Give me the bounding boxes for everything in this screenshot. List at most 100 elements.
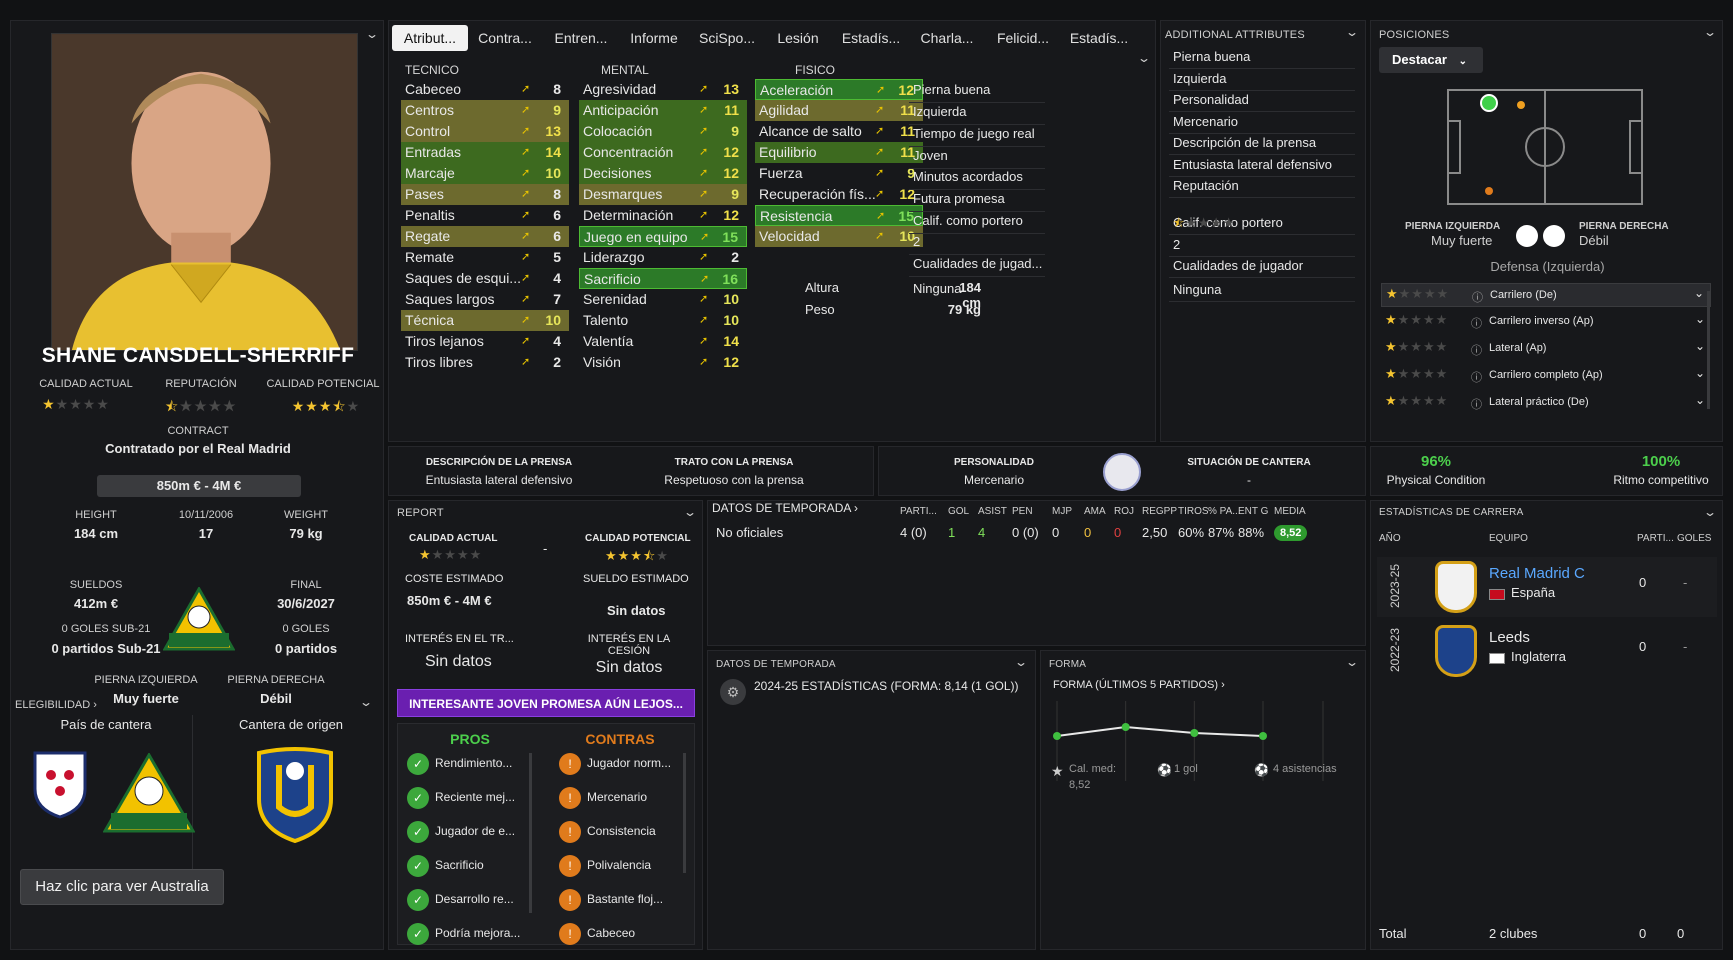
form-point[interactable] (1053, 732, 1061, 740)
attr-row[interactable]: Decisiones ➚ 12 (579, 163, 747, 184)
season-col-header[interactable]: MEDIA (1274, 506, 1306, 517)
attr-row[interactable]: Cabeceo ➚ 8 (401, 79, 569, 100)
tab-stats-2[interactable]: Estadís... (1063, 25, 1135, 51)
con-label: Jugador norm... (587, 756, 672, 771)
attr-row[interactable]: Sacrificio ➚ 16 (579, 268, 747, 289)
tab-scisports[interactable]: SciSpo... (691, 25, 763, 51)
attr-row[interactable]: Velocidad ➚ 10 (755, 226, 923, 247)
career-row[interactable]: 2023-25 Real Madrid C España 0 - (1377, 557, 1717, 617)
attr-row[interactable]: Liderazgo ➚ 2 (579, 247, 747, 268)
season-col-header[interactable]: ASIST (978, 506, 1007, 517)
attr-arrow-icon: ➚ (521, 272, 531, 284)
attr-row[interactable]: Marcaje ➚ 10 (401, 163, 569, 184)
season-col-header[interactable]: ENT G (1238, 506, 1268, 517)
attr-row[interactable]: Agilidad ➚ 11 (755, 100, 923, 121)
tab-training[interactable]: Entren... (545, 25, 617, 51)
scrollbar[interactable] (683, 753, 686, 873)
role-row[interactable]: ★★★★★ ⓘ Carrilero completo (Ap) ⌄ (1381, 364, 1711, 388)
form-subtitle[interactable]: FORMA (ÚLTIMOS 5 PARTIDOS) › (1053, 679, 1225, 691)
attr-row[interactable]: Desmarques ➚ 9 (579, 184, 747, 205)
divider (1169, 277, 1355, 278)
chevron-down-icon[interactable]: ⌄ (683, 505, 697, 519)
attr-row[interactable]: Determinación ➚ 12 (579, 205, 747, 226)
tab-talk[interactable]: Charla... (911, 25, 983, 51)
season-col-header[interactable]: % PA... (1208, 506, 1241, 517)
season-col-header[interactable]: REGPP (1142, 506, 1177, 517)
pro-icon: ✓ (407, 923, 429, 945)
season-col-header[interactable]: AMA (1084, 506, 1106, 517)
report-banner[interactable]: INTERESANTE JOVEN PROMESA AÚN LEJOS... (397, 689, 695, 717)
scrollbar[interactable] (1707, 291, 1710, 409)
chevron-down-icon[interactable]: ⌄ (365, 27, 379, 41)
form-point[interactable] (1121, 723, 1130, 731)
attr-arrow-icon: ➚ (521, 314, 531, 326)
highlight-dropdown[interactable]: Destacar ⌄ (1379, 47, 1483, 73)
attr-row[interactable]: Tiros lejanos ➚ 4 (401, 331, 569, 352)
attr-row[interactable]: Penaltis ➚ 6 (401, 205, 569, 226)
pro-item: ✓ Rendimiento... (407, 753, 512, 775)
chevron-down-icon[interactable]: ⌄ (1695, 312, 1705, 326)
attr-row[interactable]: Técnica ➚ 10 (401, 310, 569, 331)
tab-attributes[interactable]: Atribut... (392, 25, 468, 51)
career-team[interactable]: Leeds (1489, 629, 1530, 646)
season-col-header[interactable]: TIROS (1178, 506, 1209, 517)
attr-row[interactable]: Serenidad ➚ 10 (579, 289, 747, 310)
attr-row[interactable]: Valentía ➚ 14 (579, 331, 747, 352)
chevron-down-icon[interactable]: ⌄ (1345, 655, 1359, 669)
attr-row[interactable]: Agresividad ➚ 13 (579, 79, 747, 100)
season-col-header[interactable]: GOL (948, 506, 969, 517)
attr-row[interactable]: Fuerza ➚ 9 (755, 163, 923, 184)
attr-row[interactable]: Saques de esqui... ➚ 4 (401, 268, 569, 289)
attr-row[interactable]: Equilibrio ➚ 11 (755, 142, 923, 163)
attr-row[interactable]: Remate ➚ 5 (401, 247, 569, 268)
tab-injury[interactable]: Lesión (765, 25, 831, 51)
tab-contract[interactable]: Contra... (469, 25, 541, 51)
attr-row[interactable]: Saques largos ➚ 7 (401, 289, 569, 310)
chevron-down-icon[interactable]: ⌄ (1694, 286, 1704, 300)
chevron-down-icon[interactable]: ⌄ (1695, 393, 1705, 407)
role-row[interactable]: ★★★★★ ⓘ Lateral (Ap) ⌄ (1381, 337, 1711, 361)
attr-row[interactable]: Control ➚ 13 (401, 121, 569, 142)
role-row[interactable]: ★★★★★ ⓘ Lateral práctico (De) ⌄ (1381, 391, 1711, 415)
attr-row[interactable]: Juego en equipo ➚ 15 (579, 226, 747, 247)
chevron-down-icon[interactable]: ⌄ (1703, 25, 1717, 39)
role-row[interactable]: ★★★★★ ⓘ Carrilero inverso (Ap) ⌄ (1381, 310, 1711, 334)
attr-row[interactable]: Talento ➚ 10 (579, 310, 747, 331)
chevron-down-icon[interactable]: ⌄ (1695, 366, 1705, 380)
attr-row[interactable]: Tiros libres ➚ 2 (401, 352, 569, 373)
season-col-header[interactable]: ROJ (1114, 506, 1134, 517)
tab-report[interactable]: Informe (619, 25, 689, 51)
attr-row[interactable]: Visión ➚ 12 (579, 352, 747, 373)
chevron-down-icon[interactable]: ⌄ (1703, 505, 1717, 519)
season-col-header[interactable]: PARTI... (900, 506, 937, 517)
chevron-down-icon[interactable]: ⌄ (1345, 25, 1359, 39)
tab-stats[interactable]: Estadís... (835, 25, 907, 51)
attr-row[interactable]: Centros ➚ 9 (401, 100, 569, 121)
attr-row[interactable]: Aceleración ➚ 12 (755, 79, 923, 100)
attr-row[interactable]: Recuperación fís... ➚ 12 (755, 184, 923, 205)
chevron-down-icon[interactable]: ⌄ (359, 695, 373, 709)
eligibility-link[interactable]: ELEGIBILIDAD › (15, 699, 97, 711)
attr-row[interactable]: Entradas ➚ 14 (401, 142, 569, 163)
attr-row[interactable]: Pases ➚ 8 (401, 184, 569, 205)
chevron-down-icon[interactable]: ⌄ (1695, 339, 1705, 353)
career-row[interactable]: 2022-23 Leeds Inglaterra 0 - (1377, 621, 1717, 681)
chevron-down-icon[interactable]: ⌄ (1014, 655, 1028, 669)
form-point[interactable] (1190, 729, 1199, 737)
attr-row[interactable]: Colocación ➚ 9 (579, 121, 747, 142)
attr-row[interactable]: Anticipación ➚ 11 (579, 100, 747, 121)
role-row[interactable]: ★★★★★ ⓘ Carrilero (De) ⌄ (1381, 283, 1711, 307)
attr-row[interactable]: Alcance de salto ➚ 11 (755, 121, 923, 142)
chevron-down-icon[interactable]: ⌄ (1137, 51, 1151, 65)
scrollbar[interactable] (529, 753, 532, 913)
view-australia-button[interactable]: Haz clic para ver Australia (20, 869, 224, 905)
season-title[interactable]: DATOS DE TEMPORADA › (712, 501, 858, 515)
attr-row[interactable]: Resistencia ➚ 15 (755, 205, 923, 226)
tab-happiness[interactable]: Felicid... (987, 25, 1059, 51)
season-col-header[interactable]: MJP (1052, 506, 1072, 517)
attr-row[interactable]: Regate ➚ 6 (401, 226, 569, 247)
career-team[interactable]: Real Madrid C (1489, 565, 1585, 582)
attr-row[interactable]: Concentración ➚ 12 (579, 142, 747, 163)
form-point[interactable] (1259, 732, 1267, 740)
season-col-header[interactable]: PEN (1012, 506, 1033, 517)
